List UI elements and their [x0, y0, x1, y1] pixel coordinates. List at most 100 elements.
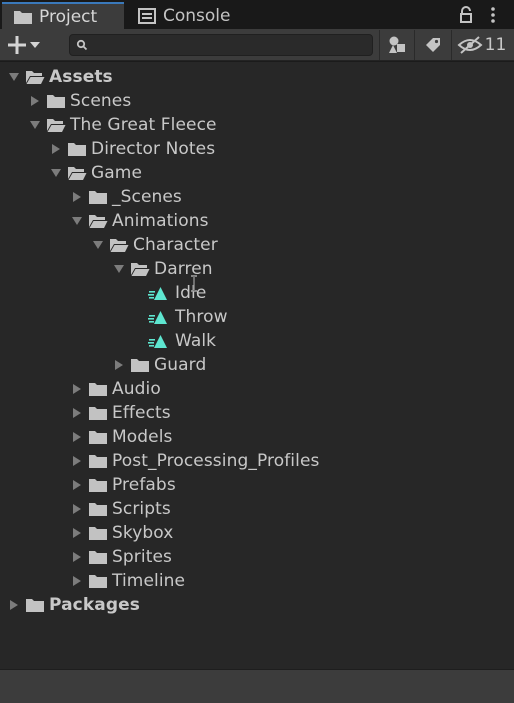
tree-item-label: Post_Processing_Profiles: [112, 451, 320, 471]
tree-row-character[interactable]: Character: [0, 233, 514, 257]
tree-row-skybox[interactable]: Skybox: [0, 521, 514, 545]
collapsed-arrow-icon[interactable]: [72, 408, 82, 418]
tree-row-guard[interactable]: Guard: [0, 353, 514, 377]
folder-icon: [89, 455, 107, 468]
tree-row-scenes[interactable]: Scenes: [0, 89, 514, 113]
tree-row-throw[interactable]: Throw: [0, 305, 514, 329]
expanded-arrow-icon[interactable]: [93, 240, 103, 250]
search-field[interactable]: [69, 34, 373, 56]
folder-icon: [89, 191, 107, 204]
tree-item-label: Animations: [112, 211, 209, 231]
tree-item-label: Audio: [112, 379, 161, 399]
tree-row-the-great-fleece[interactable]: The Great Fleece: [0, 113, 514, 137]
search-icon: [76, 39, 88, 51]
collapsed-arrow-icon[interactable]: [72, 480, 82, 490]
folder-icon: [26, 599, 44, 612]
search-by-label-button[interactable]: [414, 30, 450, 60]
tree-row-scripts[interactable]: Scripts: [0, 497, 514, 521]
collapsed-arrow-icon[interactable]: [72, 552, 82, 562]
expanded-arrow-icon[interactable]: [9, 72, 19, 82]
tree-row-packages[interactable]: Packages: [0, 593, 514, 617]
collapsed-arrow-icon[interactable]: [30, 96, 40, 106]
collapsed-arrow-icon[interactable]: [72, 504, 82, 514]
tree-row-animations[interactable]: Animations: [0, 209, 514, 233]
search-input[interactable]: [92, 36, 366, 54]
tree-item-label: Character: [133, 235, 218, 255]
expanded-arrow-icon[interactable]: [30, 120, 40, 130]
tree-item-label: Scripts: [112, 499, 171, 519]
folder-icon: [89, 503, 107, 516]
tree-item-label: Walk: [175, 331, 217, 351]
tree-row-timeline[interactable]: Timeline: [0, 569, 514, 593]
kebab-menu-icon: [491, 7, 495, 23]
tab-project[interactable]: Project: [2, 2, 124, 29]
tree-row-walk[interactable]: Walk: [0, 329, 514, 353]
tab-console[interactable]: Console: [126, 2, 251, 29]
folder-icon: [68, 143, 86, 156]
folder-icon: [14, 10, 32, 24]
project-toolbar: 11: [0, 29, 514, 61]
tree-item-label: Prefabs: [112, 475, 176, 495]
tree-item-label: Director Notes: [91, 139, 216, 159]
tree-row-prefabs[interactable]: Prefabs: [0, 473, 514, 497]
collapsed-arrow-icon[interactable]: [114, 360, 124, 370]
animation-clip-icon: [148, 335, 167, 348]
tree-item-label: Darren: [154, 259, 213, 279]
open-folder-icon: [26, 71, 45, 84]
tree-item-label: The Great Fleece: [70, 115, 217, 135]
create-dropdown-button[interactable]: [6, 34, 52, 56]
project-tree: Assets Scenes The Great Fleece Director Not…: [0, 62, 514, 669]
tree-item-label: Assets: [49, 67, 113, 87]
bottom-status-bar: [0, 669, 514, 703]
collapsed-arrow-icon[interactable]: [51, 144, 61, 154]
tree-row-models[interactable]: Models: [0, 425, 514, 449]
open-folder-icon: [47, 119, 66, 132]
tree-row-darren[interactable]: Darren: [0, 257, 514, 281]
hidden-packages-toggle[interactable]: 11: [451, 30, 511, 60]
open-folder-icon: [68, 167, 87, 180]
open-folder-icon: [131, 263, 150, 276]
search-by-type-button[interactable]: [379, 30, 413, 60]
folder-icon: [89, 551, 107, 564]
plus-icon: [8, 36, 26, 54]
animation-clip-icon: [148, 287, 167, 300]
tree-row-game[interactable]: Game: [0, 161, 514, 185]
tree-item-label: Timeline: [112, 571, 186, 591]
tree-row-audio[interactable]: Audio: [0, 377, 514, 401]
folder-icon: [89, 431, 107, 444]
more-options-button[interactable]: [488, 4, 498, 26]
folder-icon: [89, 575, 107, 588]
tree-item-label: _Scenes: [112, 187, 182, 207]
collapsed-arrow-icon[interactable]: [9, 600, 19, 610]
tree-item-label: Skybox: [112, 523, 174, 543]
tree-row-director-notes[interactable]: Director Notes: [0, 137, 514, 161]
collapsed-arrow-icon[interactable]: [72, 192, 82, 202]
tree-item-label: Models: [112, 427, 173, 447]
collapsed-arrow-icon[interactable]: [72, 576, 82, 586]
expanded-arrow-icon[interactable]: [114, 264, 124, 274]
tree-row-sprites[interactable]: Sprites: [0, 545, 514, 569]
folder-icon: [89, 479, 107, 492]
open-folder-icon: [89, 215, 108, 228]
folder-icon: [89, 527, 107, 540]
expanded-arrow-icon[interactable]: [51, 168, 61, 178]
tree-item-label: Sprites: [112, 547, 172, 567]
tab-project-label: Project: [39, 6, 98, 27]
collapsed-arrow-icon[interactable]: [72, 456, 82, 466]
text-cursor-icon: [191, 275, 197, 292]
shapes-icon: [388, 36, 405, 53]
lock-button[interactable]: [458, 4, 474, 26]
console-icon: [138, 7, 156, 24]
tab-console-label: Console: [163, 5, 231, 26]
tree-row-scenes[interactable]: _Scenes: [0, 185, 514, 209]
tree-row-post-processing-profiles[interactable]: Post_Processing_Profiles: [0, 449, 514, 473]
tree-row-assets[interactable]: Assets: [0, 65, 514, 89]
collapsed-arrow-icon[interactable]: [72, 432, 82, 442]
tree-item-label: Packages: [49, 595, 140, 615]
expanded-arrow-icon[interactable]: [72, 216, 82, 226]
tree-row-idle[interactable]: Idle: [0, 281, 514, 305]
collapsed-arrow-icon[interactable]: [72, 384, 82, 394]
tree-row-effects[interactable]: Effects: [0, 401, 514, 425]
collapsed-arrow-icon[interactable]: [72, 528, 82, 538]
tree-item-label: Throw: [175, 307, 228, 327]
